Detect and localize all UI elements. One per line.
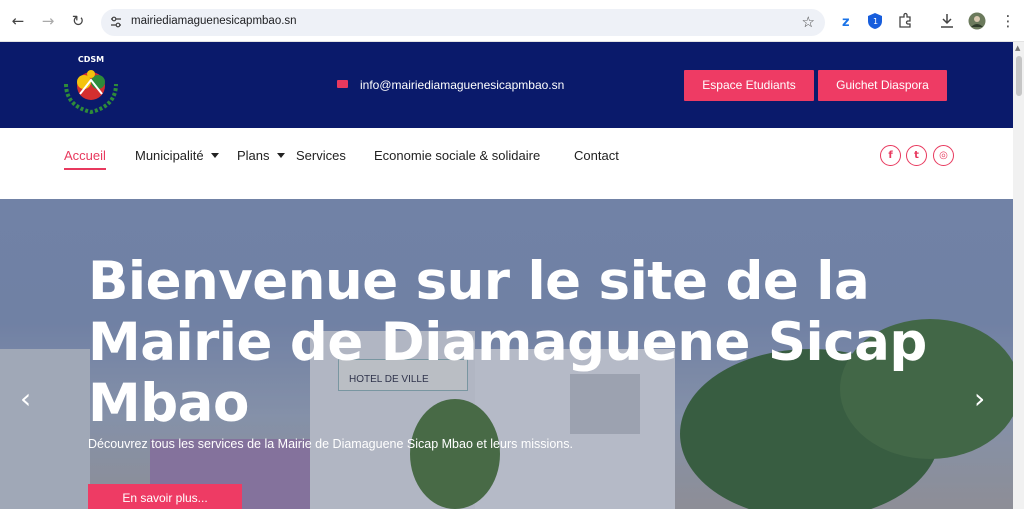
svg-text:1: 1	[873, 17, 878, 26]
extensions-puzzle-icon[interactable]	[896, 12, 914, 30]
chevron-right-icon[interactable]: ›	[974, 382, 985, 415]
nav-item-plans[interactable]: Plans	[237, 148, 285, 163]
zotero-extension-icon[interactable]: z	[838, 12, 856, 30]
nav-item-services[interactable]: Services	[296, 148, 346, 163]
page-scrollbar[interactable]: ▲	[1013, 42, 1024, 509]
bitwarden-extension-icon[interactable]: 1	[866, 12, 884, 30]
profile-avatar-icon[interactable]	[968, 12, 986, 30]
menu-dots-icon[interactable]: ⋮	[998, 11, 1018, 31]
reload-icon[interactable]: ↻	[68, 11, 88, 31]
star-icon[interactable]: ☆	[802, 13, 815, 31]
forward-icon[interactable]: →	[38, 11, 58, 31]
hero-title: Bienvenue sur le site de la Mairie de Di…	[88, 251, 927, 434]
hero-slider: HOTEL DE VILLE Bienvenue sur le site de …	[0, 199, 1013, 509]
cdsm-logo[interactable]: CDSM	[58, 50, 124, 116]
email-text: info@mairiediamaguenesicapmbao.sn	[360, 78, 565, 92]
caret-down-icon	[276, 153, 285, 158]
caret-down-icon	[210, 153, 219, 158]
back-icon[interactable]: ←	[8, 11, 28, 31]
instagram-icon[interactable]: ◎	[933, 145, 954, 166]
scrollbar-thumb[interactable]	[1016, 56, 1022, 96]
chevron-left-icon[interactable]: ‹	[20, 382, 31, 415]
nav-item-contact[interactable]: Contact	[574, 148, 619, 163]
scroll-up-icon[interactable]: ▲	[1015, 44, 1020, 52]
download-icon[interactable]	[938, 12, 956, 30]
nav-item-label: Municipalité	[135, 148, 204, 163]
main-navigation: Accueil Municipalité Plans Services Econ…	[0, 128, 1013, 199]
nav-item-economie[interactable]: Economie sociale & solidaire	[374, 148, 540, 163]
en-savoir-plus-button[interactable]: En savoir plus...	[88, 484, 242, 509]
envelope-icon	[337, 80, 348, 88]
site-topbar: CDSM info@mairiediamaguenesicapmbao.sn E…	[0, 42, 1013, 128]
svg-text:z: z	[842, 15, 850, 30]
nav-item-accueil[interactable]: Accueil	[64, 148, 106, 170]
nav-item-municipalite[interactable]: Municipalité	[135, 148, 219, 163]
site-info-icon[interactable]	[109, 15, 123, 29]
espace-etudiants-button[interactable]: Espace Etudiants	[684, 70, 814, 101]
twitter-icon[interactable]: t	[906, 145, 927, 166]
guichet-diaspora-button[interactable]: Guichet Diaspora	[818, 70, 947, 101]
nav-item-label: Plans	[237, 148, 270, 163]
email-contact[interactable]: info@mairiediamaguenesicapmbao.sn	[337, 78, 564, 92]
address-bar[interactable]: mairiediamaguenesicapmbao.sn ☆	[101, 9, 825, 36]
browser-toolbar: ← → ↻ mairiediamaguenesicapmbao.sn ☆ z 1…	[0, 0, 1024, 42]
facebook-icon[interactable]: f	[880, 145, 901, 166]
logo-text: CDSM	[78, 55, 104, 64]
url-text: mairiediamaguenesicapmbao.sn	[131, 15, 297, 27]
hero-subtitle: Découvrez tous les services de la Mairie…	[88, 437, 573, 451]
